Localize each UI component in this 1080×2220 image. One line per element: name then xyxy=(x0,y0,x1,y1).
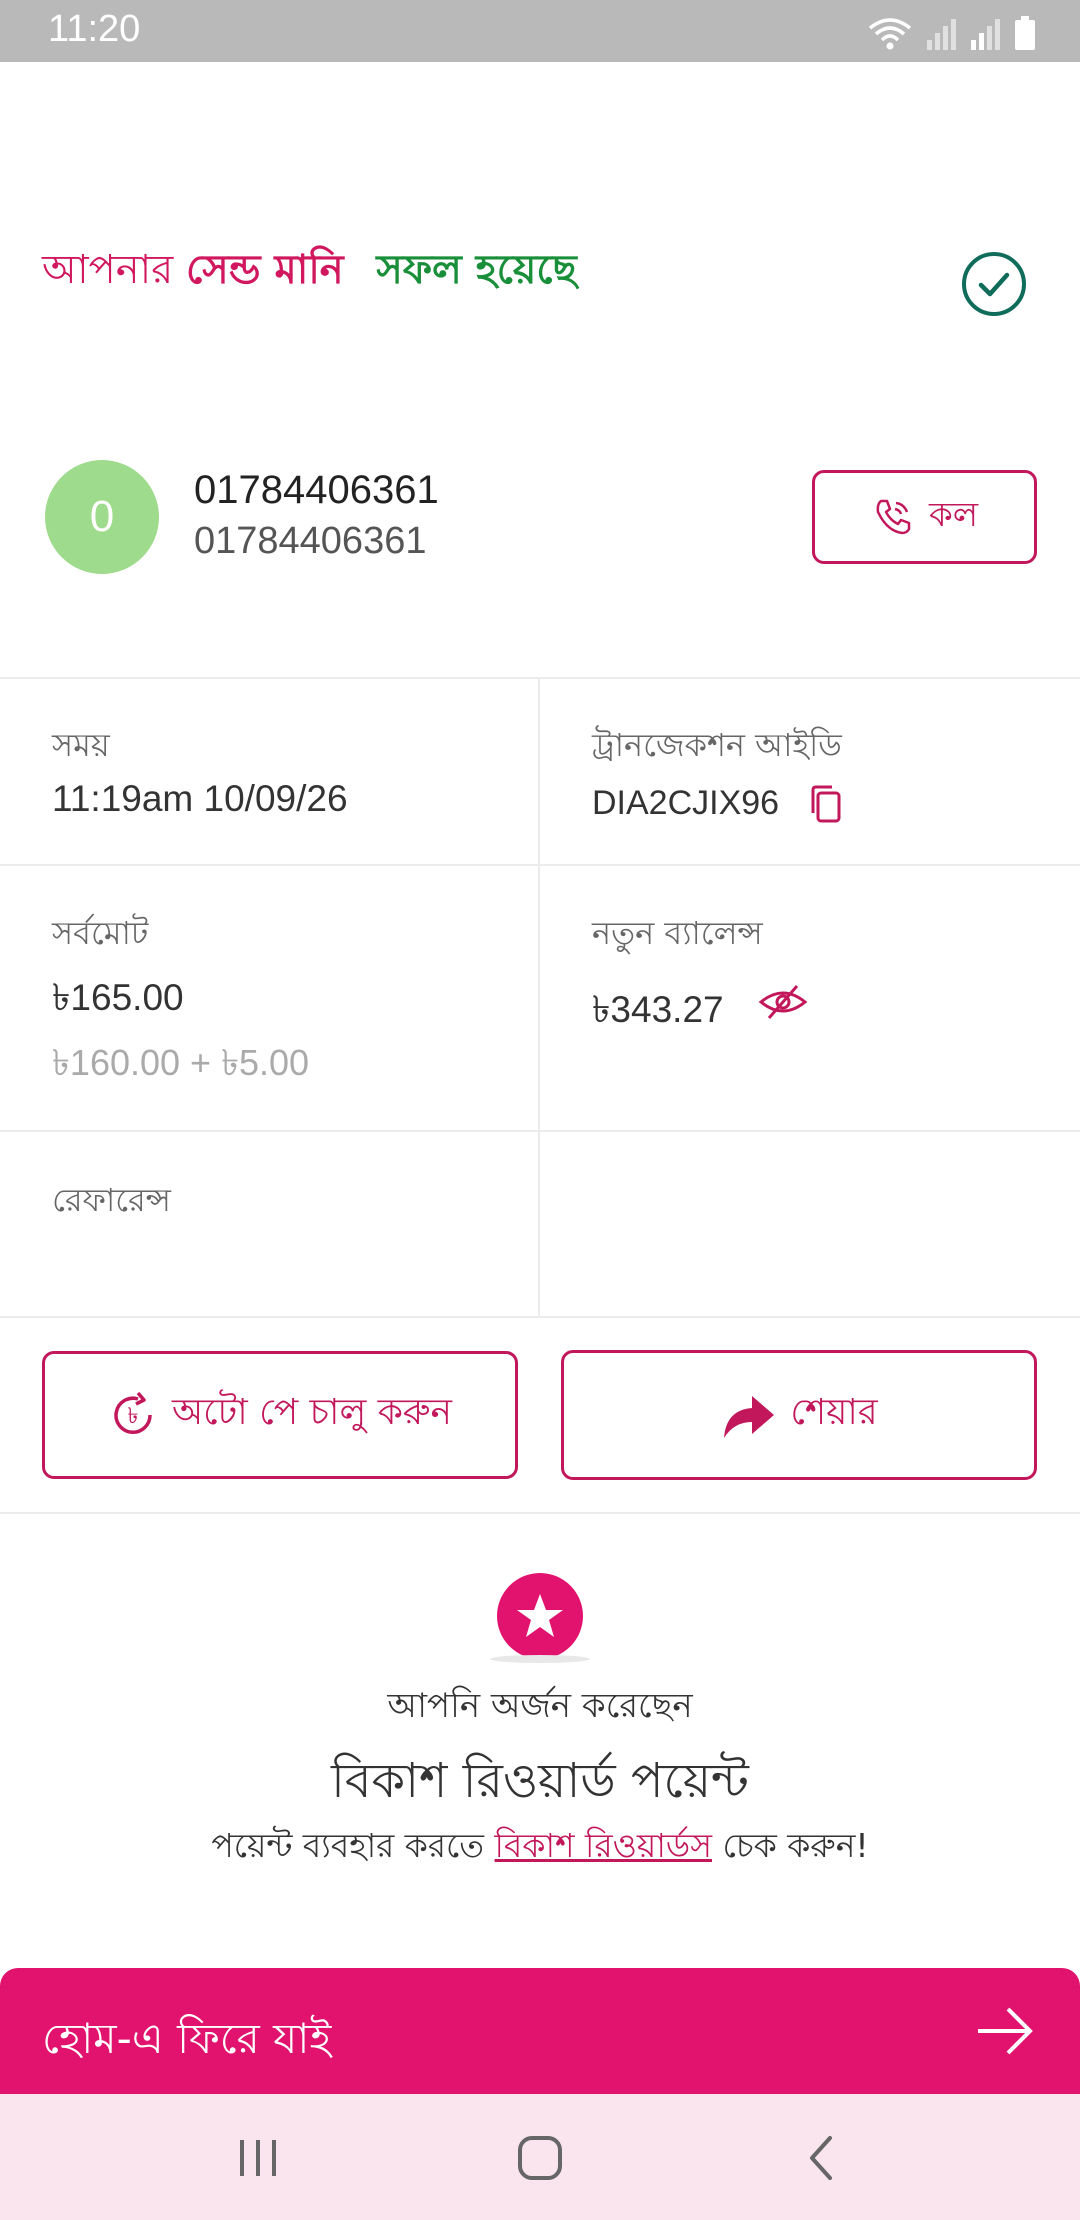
time-label: সময় xyxy=(52,726,110,764)
arrow-right-icon xyxy=(978,2007,1033,2055)
divider xyxy=(0,1316,1080,1318)
status-bar: 11:20 xyxy=(0,0,1080,62)
status-icons xyxy=(868,12,1036,50)
signal-icon-2 xyxy=(971,19,1000,50)
total-breakdown: ৳160.00 + ৳5.00 xyxy=(52,1042,310,1083)
status-time: 11:20 xyxy=(48,8,141,50)
svg-text:৳: ৳ xyxy=(127,1404,138,1429)
trx-id-value[interactable]: DIA2CJIX96 xyxy=(592,784,779,823)
reward-hint-pre: পয়েন্ট ব্যবহার করতে xyxy=(211,1826,485,1865)
total-label: সর্বমোট xyxy=(52,914,149,952)
rewards-link[interactable]: বিকাশ রিওয়ার্ডস xyxy=(495,1826,712,1865)
eye-hide-icon[interactable] xyxy=(757,982,809,1022)
divider xyxy=(0,1512,1080,1514)
reward-earned-text: আপনি অর্জন করেছেন xyxy=(387,1686,693,1726)
recipient-row: 0 01784406361 01784406361 কল xyxy=(0,440,1080,590)
divider xyxy=(0,677,1080,679)
result-title: আপনার সেন্ড মানি সফল হয়েছে xyxy=(42,238,577,305)
back-nav-icon[interactable] xyxy=(792,2130,852,2186)
home-nav-icon[interactable] xyxy=(510,2130,570,2186)
home-label: হোম-এ ফিরে যাই xyxy=(42,2014,332,2063)
reward-hint: পয়েন্ট ব্যবহার করতে বিকাশ রিওয়ার্ডস চে… xyxy=(0,1820,1080,1876)
divider xyxy=(0,864,1080,866)
reference-label: রেফারেন্স xyxy=(52,1181,171,1219)
call-label: কল xyxy=(928,494,979,535)
time-value: 11:19am 10/09/26 xyxy=(52,778,348,819)
autopay-button[interactable]: ৳ অটো পে চালু করুন xyxy=(42,1351,518,1479)
recipient-name: 01784406361 xyxy=(194,468,439,512)
reward-hint-post: চেক করুন! xyxy=(722,1826,869,1865)
copy-icon[interactable] xyxy=(808,784,844,824)
share-label: শেয়ার xyxy=(790,1392,878,1433)
signal-icon xyxy=(927,19,956,50)
trx-id-label: ট্রানজেকশন আইডি xyxy=(592,726,842,764)
title-result: সফল হয়েছে xyxy=(376,247,577,293)
phone-call-icon xyxy=(876,499,911,535)
divider xyxy=(0,1130,1080,1132)
title-service: সেন্ড মানি xyxy=(186,247,344,293)
reward-points-title: বিকাশ রিওয়ার্ড পয়েন্ট xyxy=(331,1753,749,1809)
recipient-number: 01784406361 xyxy=(194,520,427,562)
column-divider xyxy=(538,677,540,1316)
success-check-icon xyxy=(962,252,1026,316)
autopay-icon: ৳ xyxy=(114,1391,152,1434)
avatar: 0 xyxy=(45,460,159,574)
back-to-home-button[interactable]: হোম-এ ফিরে যাই xyxy=(0,1968,1080,2094)
badge-shadow xyxy=(490,1655,590,1663)
share-arrow-icon xyxy=(724,1396,775,1438)
wifi-icon xyxy=(868,18,912,50)
share-button[interactable]: শেয়ার xyxy=(561,1350,1037,1480)
system-nav-bar xyxy=(0,2094,1080,2220)
call-button[interactable]: কল xyxy=(812,470,1037,564)
balance-label: নতুন ব্যালেন্স xyxy=(592,914,763,952)
balance-value: ৳343.27 xyxy=(592,989,724,1030)
reward-star-badge xyxy=(497,1573,583,1659)
star-icon xyxy=(517,1594,563,1637)
battery-icon xyxy=(1015,16,1035,50)
title-prefix: আপনার xyxy=(42,247,174,293)
total-value: ৳165.00 xyxy=(52,977,184,1018)
recent-apps-icon[interactable] xyxy=(228,2130,288,2186)
autopay-label: অটো পে চালু করুন xyxy=(171,1392,453,1433)
